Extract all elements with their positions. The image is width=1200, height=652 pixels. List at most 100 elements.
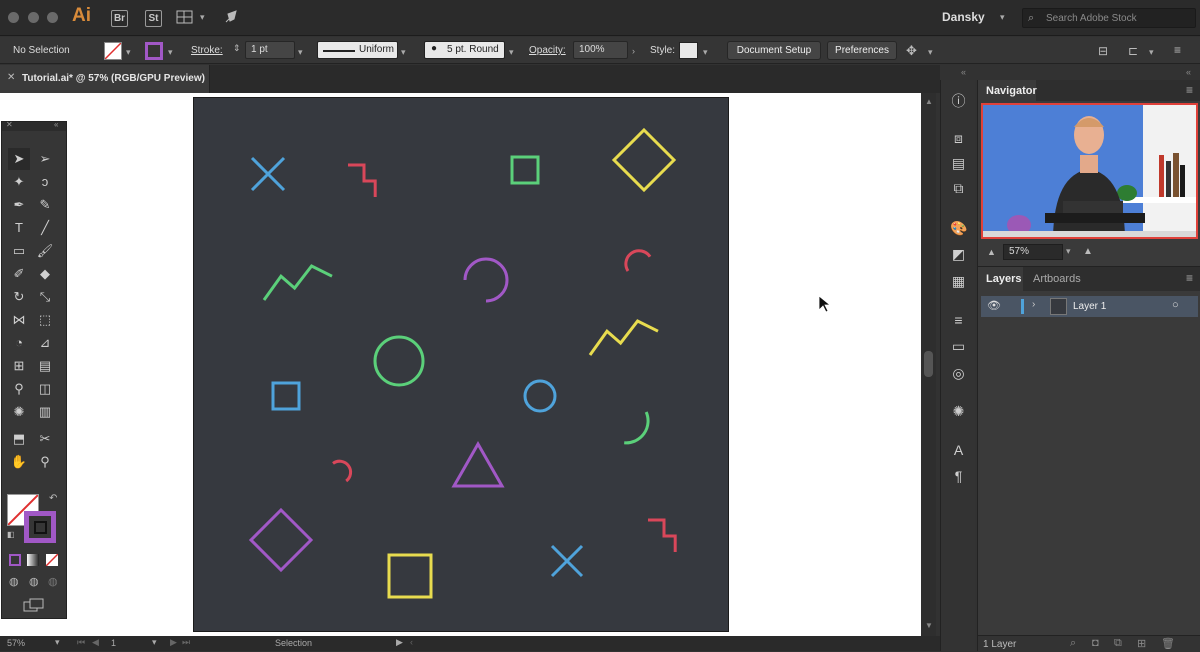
align-panel-icon[interactable]: ⧈	[950, 130, 967, 147]
blue-x-shape[interactable]	[550, 544, 584, 578]
layer-row[interactable]: 👁 › Layer 1 ○	[981, 296, 1198, 317]
width-tool[interactable]: ⋈	[8, 309, 30, 331]
menu-icon[interactable]: ≡	[1174, 43, 1181, 57]
last-artboard-icon[interactable]: ⏭	[182, 637, 190, 648]
chevron-down-icon[interactable]: ▾	[152, 637, 157, 648]
workspace-switcher[interactable]: Dansky	[942, 10, 985, 24]
shaper-tool[interactable]: ✐	[8, 263, 30, 285]
direct-selection-tool[interactable]: ➢	[34, 148, 56, 170]
stroke-swatch[interactable]	[145, 42, 163, 60]
chevron-right-icon[interactable]: ›	[632, 46, 635, 56]
scroll-down-icon[interactable]: ▼	[925, 621, 933, 630]
align-icon[interactable]: ⊟	[1098, 44, 1108, 58]
status-mode[interactable]: Selection	[275, 638, 312, 648]
new-sublayer-icon[interactable]: ⧉	[1114, 637, 1122, 650]
previous-artboard-icon[interactable]: ◀	[92, 637, 99, 648]
clipping-mask-icon[interactable]: ◘	[1092, 637, 1099, 649]
default-colors-icon[interactable]: ◧	[7, 530, 15, 539]
eyedropper-tool[interactable]: ⚲	[8, 378, 30, 400]
scroll-thumb[interactable]	[924, 351, 933, 377]
quick-actions-icon[interactable]: ✥	[906, 43, 917, 59]
none-mode-icon[interactable]	[45, 553, 59, 567]
chevron-down-icon[interactable]: ▾	[200, 12, 205, 23]
locate-object-icon[interactable]: ⌕	[1070, 637, 1076, 650]
layers-tab[interactable]: Layers	[978, 267, 1023, 291]
hand-tool[interactable]: ✋	[8, 451, 30, 473]
pen-tool[interactable]: ✒	[8, 194, 30, 216]
swap-fill-stroke-icon[interactable]: ↶	[49, 493, 57, 504]
draw-normal-icon[interactable]: ◍	[9, 575, 19, 588]
close-window-button[interactable]	[8, 12, 19, 23]
document-tab[interactable]: ✕ Tutorial.ai* @ 57% (RGB/GPU Preview)	[0, 65, 210, 93]
rocket-icon[interactable]	[222, 8, 240, 26]
stroke-color-box[interactable]	[24, 511, 56, 543]
slice-tool[interactable]: ✂	[34, 428, 56, 450]
target-circle-icon[interactable]: ○	[1172, 299, 1179, 311]
chevron-down-icon[interactable]: ▾	[509, 47, 514, 58]
stock-search-field[interactable]: ⌕ Search Adobe Stock	[1022, 8, 1196, 28]
stroke-weight-field[interactable]: 1 pt	[245, 41, 295, 59]
arrange-documents-icon[interactable]	[176, 10, 193, 24]
perspective-grid-tool[interactable]: ⊿	[34, 332, 56, 354]
panel-menu-icon[interactable]: ≡	[1186, 271, 1193, 285]
character-icon[interactable]: A	[950, 442, 967, 459]
navigator-zoom-field[interactable]: 57%	[1003, 244, 1063, 260]
preferences-button[interactable]: Preferences	[827, 41, 897, 60]
collapse-panel-icon[interactable]: «	[54, 120, 58, 129]
blue-x-shape[interactable]	[250, 156, 286, 192]
green-circle-shape[interactable]	[373, 335, 425, 387]
artboard-tool[interactable]: ⬒	[8, 428, 30, 450]
delete-layer-icon[interactable]: 🗑	[1161, 637, 1175, 650]
chevron-down-icon[interactable]: ▾	[1149, 47, 1154, 58]
blend-tool[interactable]: ◫	[34, 378, 56, 400]
transform-icon[interactable]: ⊏	[1128, 44, 1138, 58]
bridge-button[interactable]: Br	[111, 10, 128, 27]
chevron-down-icon[interactable]: ▾	[126, 47, 131, 58]
panel-menu-icon[interactable]: ≡	[1186, 83, 1193, 97]
red-arc-shape[interactable]	[332, 459, 353, 483]
chevron-down-icon[interactable]: ▾	[1000, 12, 1005, 23]
screen-mode-icon[interactable]	[23, 598, 45, 612]
new-layer-icon[interactable]: ⊞	[1137, 637, 1146, 650]
artboard-number[interactable]: 1	[111, 638, 116, 648]
line-segment-tool[interactable]: ╱	[34, 217, 56, 239]
color-guide-icon[interactable]: 🎨	[950, 220, 967, 237]
zoom-in-icon[interactable]: ▲	[1083, 246, 1093, 257]
chevron-down-icon[interactable]: ▾	[401, 47, 406, 58]
status-menu-icon[interactable]: ▶	[396, 637, 403, 648]
scale-tool[interactable]: ⤡	[34, 286, 56, 308]
stroke-label[interactable]: Stroke:	[191, 42, 223, 59]
close-tab-icon[interactable]: ✕	[7, 72, 15, 83]
blue-square-shape[interactable]	[271, 381, 301, 411]
column-graph-tool[interactable]: ▥	[34, 401, 56, 423]
purple-triangle-shape[interactable]	[451, 440, 505, 488]
variable-width-profile[interactable]: Uniform	[317, 41, 398, 59]
navigator-preview[interactable]	[981, 103, 1198, 239]
expand-layer-icon[interactable]: ›	[1032, 299, 1035, 310]
purple-diamond-shape[interactable]	[248, 507, 314, 573]
collapse-dock-icon[interactable]: «	[1186, 67, 1191, 77]
zoom-out-icon[interactable]: ▲	[987, 247, 996, 257]
minimize-window-button[interactable]	[28, 12, 39, 23]
rotate-tool[interactable]: ↻	[8, 286, 30, 308]
appearance-icon[interactable]: ✺	[950, 403, 967, 420]
purple-arc-shape[interactable]	[463, 257, 509, 303]
chevron-down-icon[interactable]: ▾	[55, 637, 60, 648]
red-zigzag-shape[interactable]	[348, 163, 377, 197]
rectangle-tool[interactable]: ▭	[8, 240, 30, 262]
eraser-tool[interactable]: ◆	[34, 263, 56, 285]
close-panel-icon[interactable]: ✕	[6, 120, 13, 129]
yellow-square-shape[interactable]	[387, 553, 433, 599]
opacity-label[interactable]: Opacity:	[529, 42, 566, 59]
stroke-panel-icon[interactable]: ≡	[950, 312, 967, 329]
chevron-down-icon[interactable]: ▾	[928, 47, 933, 58]
opacity-field[interactable]: 100%	[573, 41, 628, 59]
selection-tool[interactable]: ➤	[8, 148, 30, 170]
collapse-dock-icon[interactable]: «	[961, 67, 966, 77]
gradient-mode-icon[interactable]	[27, 554, 39, 566]
lasso-tool[interactable]: ↄ	[34, 171, 56, 193]
yellow-zigzag-shape[interactable]	[588, 319, 659, 356]
chevron-down-icon[interactable]: ▾	[298, 47, 303, 58]
stock-button[interactable]: St	[145, 10, 162, 27]
blue-circle-shape[interactable]	[523, 379, 557, 413]
